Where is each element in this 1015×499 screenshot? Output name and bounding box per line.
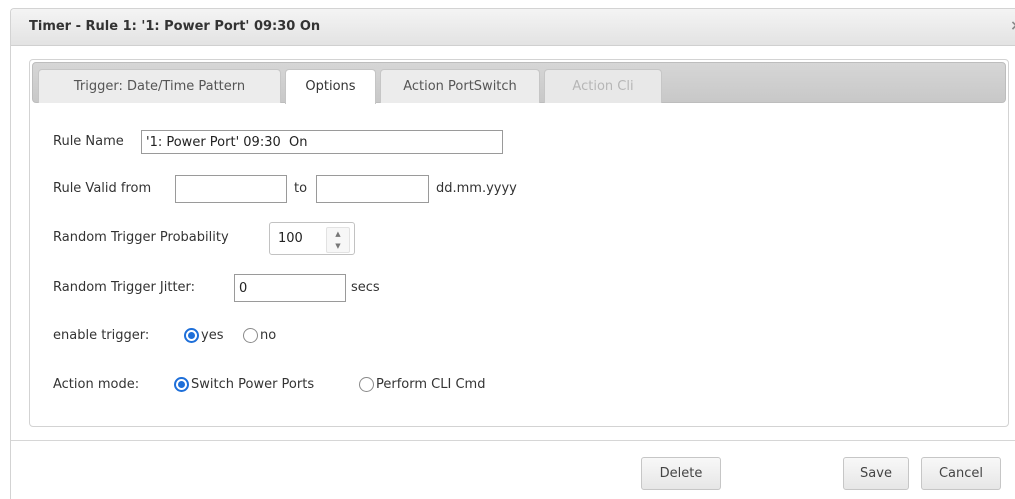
rule-name-input[interactable] bbox=[141, 130, 503, 154]
valid-to-input[interactable] bbox=[316, 175, 429, 203]
chevron-down-icon[interactable]: ▼ bbox=[327, 240, 349, 252]
delete-button[interactable]: Delete bbox=[641, 457, 721, 490]
dialog-titlebar[interactable]: Timer - Rule 1: '1: Power Port' 09:30 On… bbox=[11, 9, 1015, 46]
rule-valid-row: Rule Valid from to dd.mm.yyyy bbox=[53, 175, 993, 203]
jitter-label: Random Trigger Jitter: bbox=[53, 280, 196, 295]
cancel-button[interactable]: Cancel bbox=[921, 457, 1001, 490]
switch-power-ports-label[interactable]: Switch Power Ports bbox=[191, 377, 314, 392]
enable-trigger-row: enable trigger: yes no bbox=[53, 328, 993, 346]
enable-yes-label[interactable]: yes bbox=[201, 328, 223, 343]
footer-divider bbox=[11, 440, 1015, 441]
perform-cli-cmd-label[interactable]: Perform CLI Cmd bbox=[376, 377, 485, 392]
save-button[interactable]: Save bbox=[843, 457, 909, 490]
options-panel: Trigger: Date/Time Pattern Options Actio… bbox=[29, 59, 1009, 427]
enable-no-label[interactable]: no bbox=[260, 328, 276, 343]
date-format-hint: dd.mm.yyyy bbox=[436, 181, 517, 196]
probability-row: Random Trigger Probability 100 ▲ ▼ bbox=[53, 222, 993, 255]
tab-action-cli: Action Cli bbox=[544, 69, 662, 103]
timer-rule-dialog: Timer - Rule 1: '1: Power Port' 09:30 On… bbox=[10, 8, 1015, 499]
rule-name-row: Rule Name bbox=[53, 130, 993, 154]
enable-yes-radio[interactable] bbox=[184, 328, 199, 343]
jitter-input[interactable] bbox=[234, 274, 346, 302]
perform-cli-cmd-radio[interactable] bbox=[359, 377, 374, 392]
action-mode-label: Action mode: bbox=[53, 377, 140, 392]
rule-valid-from-label: Rule Valid from bbox=[53, 181, 152, 196]
tab-trigger-date-time-pattern[interactable]: Trigger: Date/Time Pattern bbox=[38, 69, 281, 103]
tab-options[interactable]: Options bbox=[285, 69, 376, 104]
tab-bar: Trigger: Date/Time Pattern Options Actio… bbox=[32, 62, 1006, 104]
close-icon[interactable]: × bbox=[1009, 18, 1015, 34]
jitter-row: Random Trigger Jitter: secs bbox=[53, 274, 993, 302]
switch-power-ports-radio[interactable] bbox=[174, 377, 189, 392]
chevron-up-icon[interactable]: ▲ bbox=[327, 228, 349, 240]
enable-trigger-label: enable trigger: bbox=[53, 328, 150, 343]
probability-value: 100 bbox=[278, 231, 303, 246]
dialog-title: Timer - Rule 1: '1: Power Port' 09:30 On bbox=[29, 19, 321, 34]
enable-no-radio[interactable] bbox=[243, 328, 258, 343]
stepper-buttons: ▲ ▼ bbox=[326, 227, 350, 253]
valid-to-label: to bbox=[294, 181, 308, 196]
tab-action-portswitch[interactable]: Action PortSwitch bbox=[380, 69, 540, 103]
jitter-unit: secs bbox=[351, 280, 380, 295]
valid-from-input[interactable] bbox=[175, 175, 287, 203]
rule-name-label: Rule Name bbox=[53, 134, 124, 149]
probability-stepper[interactable]: 100 ▲ ▼ bbox=[269, 222, 355, 255]
action-mode-row: Action mode: Switch Power Ports Perform … bbox=[53, 377, 993, 395]
probability-label: Random Trigger Probability bbox=[53, 230, 229, 245]
